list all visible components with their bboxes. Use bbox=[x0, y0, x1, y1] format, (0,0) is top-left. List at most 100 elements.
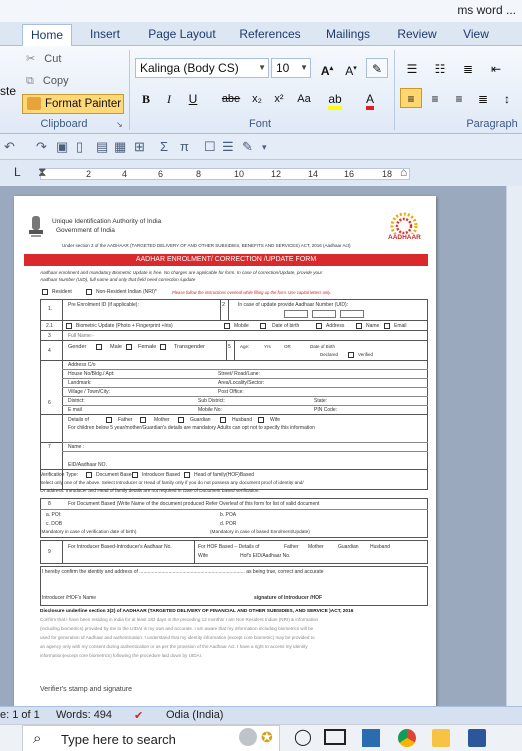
gender-checkbox[interactable] bbox=[160, 344, 166, 350]
relation-checkbox[interactable] bbox=[106, 417, 112, 423]
store-icon[interactable] bbox=[362, 729, 380, 747]
relation-checkbox[interactable] bbox=[220, 417, 226, 423]
decrease-indent-icon[interactable]: ⇤ bbox=[484, 58, 508, 78]
bullet-list-icon[interactable]: ☰ bbox=[222, 139, 234, 155]
update-checkbox[interactable] bbox=[316, 323, 322, 329]
ruler[interactable]: L ⧗ 2 4 6 8 10 12 14 16 18 ⌂ bbox=[0, 160, 522, 186]
bullets-icon[interactable]: ☰ bbox=[400, 58, 424, 78]
uid-input-group[interactable] bbox=[340, 310, 364, 318]
relation-checkbox[interactable] bbox=[178, 417, 184, 423]
font-size-combo[interactable]: 10 ▼ bbox=[271, 58, 311, 78]
relation-checkbox[interactable] bbox=[258, 417, 264, 423]
print-preview-icon[interactable]: ▣ bbox=[56, 139, 68, 155]
address-field: Village / Town/City: bbox=[68, 389, 111, 395]
uid-input-group[interactable] bbox=[312, 310, 336, 318]
verification-checkbox[interactable] bbox=[86, 472, 92, 478]
uid-input-group[interactable] bbox=[284, 310, 308, 318]
nri-checkbox[interactable] bbox=[86, 289, 92, 295]
align-left-icon[interactable]: ≡ bbox=[400, 88, 422, 108]
equation-icon[interactable]: π bbox=[180, 139, 189, 154]
indent-marker-icon[interactable]: ⧗ bbox=[38, 165, 46, 180]
relation-checkbox[interactable] bbox=[140, 417, 146, 423]
language-indicator[interactable]: Odia (India) bbox=[166, 709, 223, 721]
clipboard-launcher-icon[interactable]: ↘ bbox=[116, 116, 123, 134]
open-icon[interactable]: ▤ bbox=[96, 139, 108, 155]
tab-references[interactable]: References bbox=[232, 24, 308, 46]
update-checkbox[interactable] bbox=[224, 323, 230, 329]
gender-checkbox[interactable] bbox=[96, 344, 102, 350]
bold-button[interactable]: B bbox=[135, 88, 157, 108]
shrink-font-icon[interactable]: A▾ bbox=[340, 58, 362, 78]
task-view-icon[interactable]: ◯ bbox=[294, 727, 312, 747]
align-right-icon[interactable]: ≡ bbox=[448, 88, 470, 108]
table-icon[interactable]: ⊞ bbox=[134, 139, 145, 155]
tab-view[interactable]: View bbox=[455, 24, 497, 46]
paste-button[interactable]: ste bbox=[0, 82, 16, 100]
copy-button[interactable]: ⧉ Copy bbox=[26, 72, 69, 90]
strikethrough-button[interactable]: abe bbox=[218, 88, 244, 108]
update-checkbox[interactable] bbox=[356, 323, 362, 329]
row-number: 2.1 bbox=[46, 323, 53, 329]
symbol-icon[interactable]: Σ bbox=[160, 139, 168, 154]
update-checkbox[interactable] bbox=[384, 323, 390, 329]
tab-page-layout[interactable]: Page Layout bbox=[143, 24, 221, 46]
font-color-icon[interactable]: A bbox=[358, 88, 382, 110]
taskbar-search-box[interactable]: ⌕ Type here to search ✪ bbox=[22, 725, 280, 751]
clear-formatting-icon[interactable]: ✎ bbox=[366, 58, 388, 78]
right-indent-icon[interactable]: ⌂ bbox=[400, 165, 407, 179]
file-explorer-icon[interactable] bbox=[432, 729, 450, 747]
new-document-icon[interactable]: ▯ bbox=[76, 139, 83, 155]
declared-checkbox[interactable] bbox=[348, 352, 354, 358]
subscript-button[interactable]: x₂ bbox=[246, 88, 268, 108]
row-number: 4 bbox=[48, 348, 51, 354]
table-divider bbox=[62, 299, 63, 490]
tab-stop-icon[interactable]: L bbox=[14, 165, 21, 179]
tab-review[interactable]: Review bbox=[390, 24, 444, 46]
tab-home[interactable]: Home bbox=[22, 24, 72, 46]
italic-button[interactable]: I bbox=[158, 88, 180, 108]
redo-icon[interactable]: ↷ bbox=[36, 139, 47, 155]
chrome-icon[interactable] bbox=[398, 729, 416, 747]
edit-icon[interactable]: ✎ bbox=[242, 139, 253, 155]
highlight-color-icon[interactable]: ab bbox=[322, 88, 348, 110]
change-case-button[interactable]: Aa bbox=[292, 88, 316, 108]
page-count[interactable]: e: 1 of 1 bbox=[0, 709, 40, 721]
tab-insert[interactable]: Insert bbox=[80, 24, 130, 46]
verification-checkbox[interactable] bbox=[184, 472, 190, 478]
justify-icon[interactable]: ≣ bbox=[472, 88, 494, 108]
line-spacing-icon[interactable]: ↕ bbox=[496, 88, 518, 108]
task-view-icon[interactable] bbox=[324, 729, 346, 745]
cut-button[interactable]: ✂ Cut bbox=[26, 50, 61, 68]
address-field: Mobile No: bbox=[198, 407, 222, 413]
undo-icon[interactable]: ↶ bbox=[4, 139, 15, 155]
authority-name: Unique Identification Authority of India bbox=[52, 218, 162, 225]
underline-button[interactable]: U bbox=[182, 88, 204, 108]
update-checkbox[interactable] bbox=[260, 323, 266, 329]
word-app-icon[interactable] bbox=[468, 729, 486, 747]
por-label: d. POR bbox=[220, 521, 237, 527]
verification-option: Document Based bbox=[96, 472, 135, 478]
superscript-button[interactable]: x² bbox=[268, 88, 290, 108]
tab-mailings[interactable]: Mailings bbox=[318, 24, 378, 46]
update-field-label: Email bbox=[394, 323, 407, 329]
save-icon[interactable]: ▦ bbox=[114, 139, 126, 155]
proofing-icon[interactable]: ✔ bbox=[134, 709, 143, 722]
checkbox-icon[interactable]: ☐ bbox=[204, 139, 216, 155]
verification-checkbox[interactable] bbox=[132, 472, 138, 478]
resident-checkbox[interactable] bbox=[42, 289, 48, 295]
align-center-icon[interactable]: ≡ bbox=[424, 88, 446, 108]
vertical-scrollbar[interactable] bbox=[506, 186, 522, 706]
grow-font-icon[interactable]: A▴ bbox=[316, 58, 338, 78]
font-name-combo[interactable]: Kalinga (Body CS) ▼ bbox=[135, 58, 269, 78]
hof-option: Mother bbox=[308, 544, 324, 550]
document-page[interactable]: Unique Identification Authority of India… bbox=[14, 196, 436, 706]
biometric-checkbox[interactable] bbox=[66, 323, 72, 329]
customize-toolbar-icon[interactable]: ▾ bbox=[262, 142, 267, 153]
word-count[interactable]: Words: 494 bbox=[56, 709, 112, 721]
numbering-icon[interactable]: ☷ bbox=[428, 58, 452, 78]
format-painter-button[interactable]: Format Painter bbox=[22, 94, 124, 114]
verification-note: Select only one of the above. Select Int… bbox=[40, 480, 304, 485]
gender-checkbox[interactable] bbox=[126, 344, 132, 350]
declared-label: Declared bbox=[320, 352, 339, 357]
multilevel-list-icon[interactable]: ≣ bbox=[456, 58, 480, 78]
